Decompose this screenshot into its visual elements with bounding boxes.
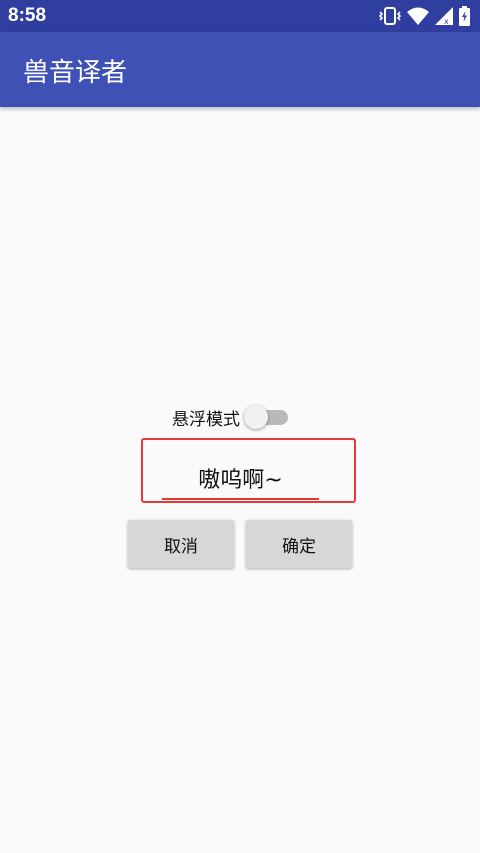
cancel-button[interactable]: 取消 [128,520,234,568]
status-bar: 8:58 x [0,0,480,32]
float-mode-switch[interactable] [244,404,292,430]
wifi-icon [407,7,429,25]
switch-thumb [244,405,268,429]
battery-charging-icon [459,6,470,26]
signal-icon: x [435,7,453,25]
text-input[interactable] [162,458,319,500]
confirm-button[interactable]: 确定 [246,520,352,568]
float-mode-label: 悬浮模式 [172,409,240,430]
svg-text:x: x [444,17,449,25]
app-title: 兽音译者 [23,58,128,88]
app-bar: 兽音译者 [0,32,480,107]
status-time: 8:58 [8,5,47,26]
float-mode-row: 悬浮模式 [172,402,292,432]
vibrate-icon [379,7,401,25]
status-icons: x [379,6,470,26]
